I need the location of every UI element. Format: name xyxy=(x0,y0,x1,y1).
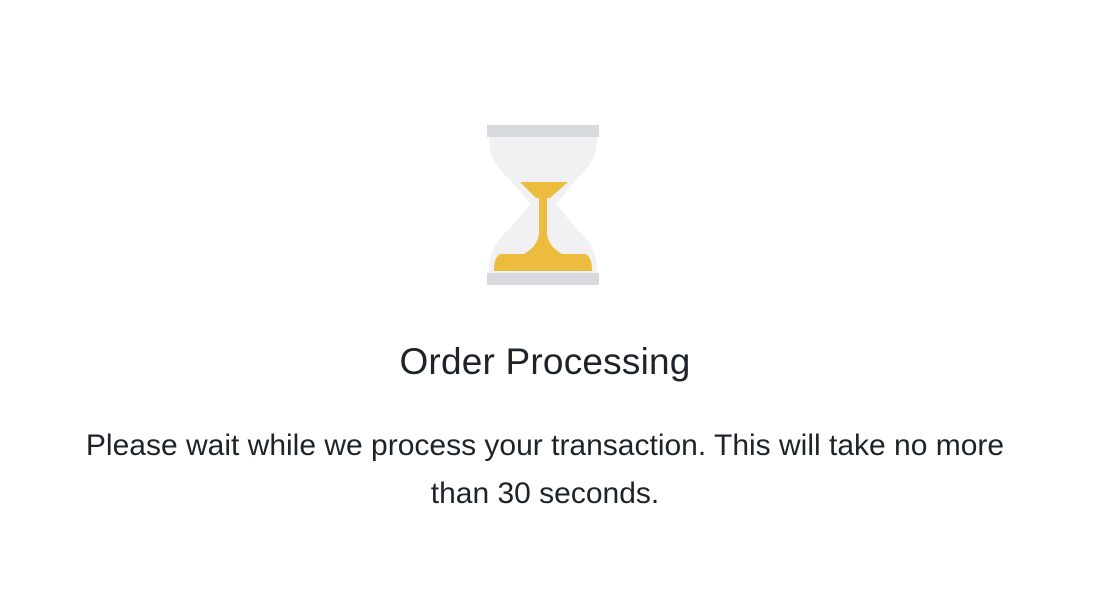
hourglass-bottom-cap xyxy=(487,273,599,285)
hourglass-icon xyxy=(487,125,599,285)
dialog-title: Order Processing xyxy=(399,341,691,382)
hourglass-sand-stream xyxy=(539,197,547,237)
dialog-message: Please wait while we process your transa… xyxy=(85,429,1005,510)
hourglass-top-cap xyxy=(487,125,599,137)
processing-dialog: Order Processing Please wait while we pr… xyxy=(0,0,1116,610)
